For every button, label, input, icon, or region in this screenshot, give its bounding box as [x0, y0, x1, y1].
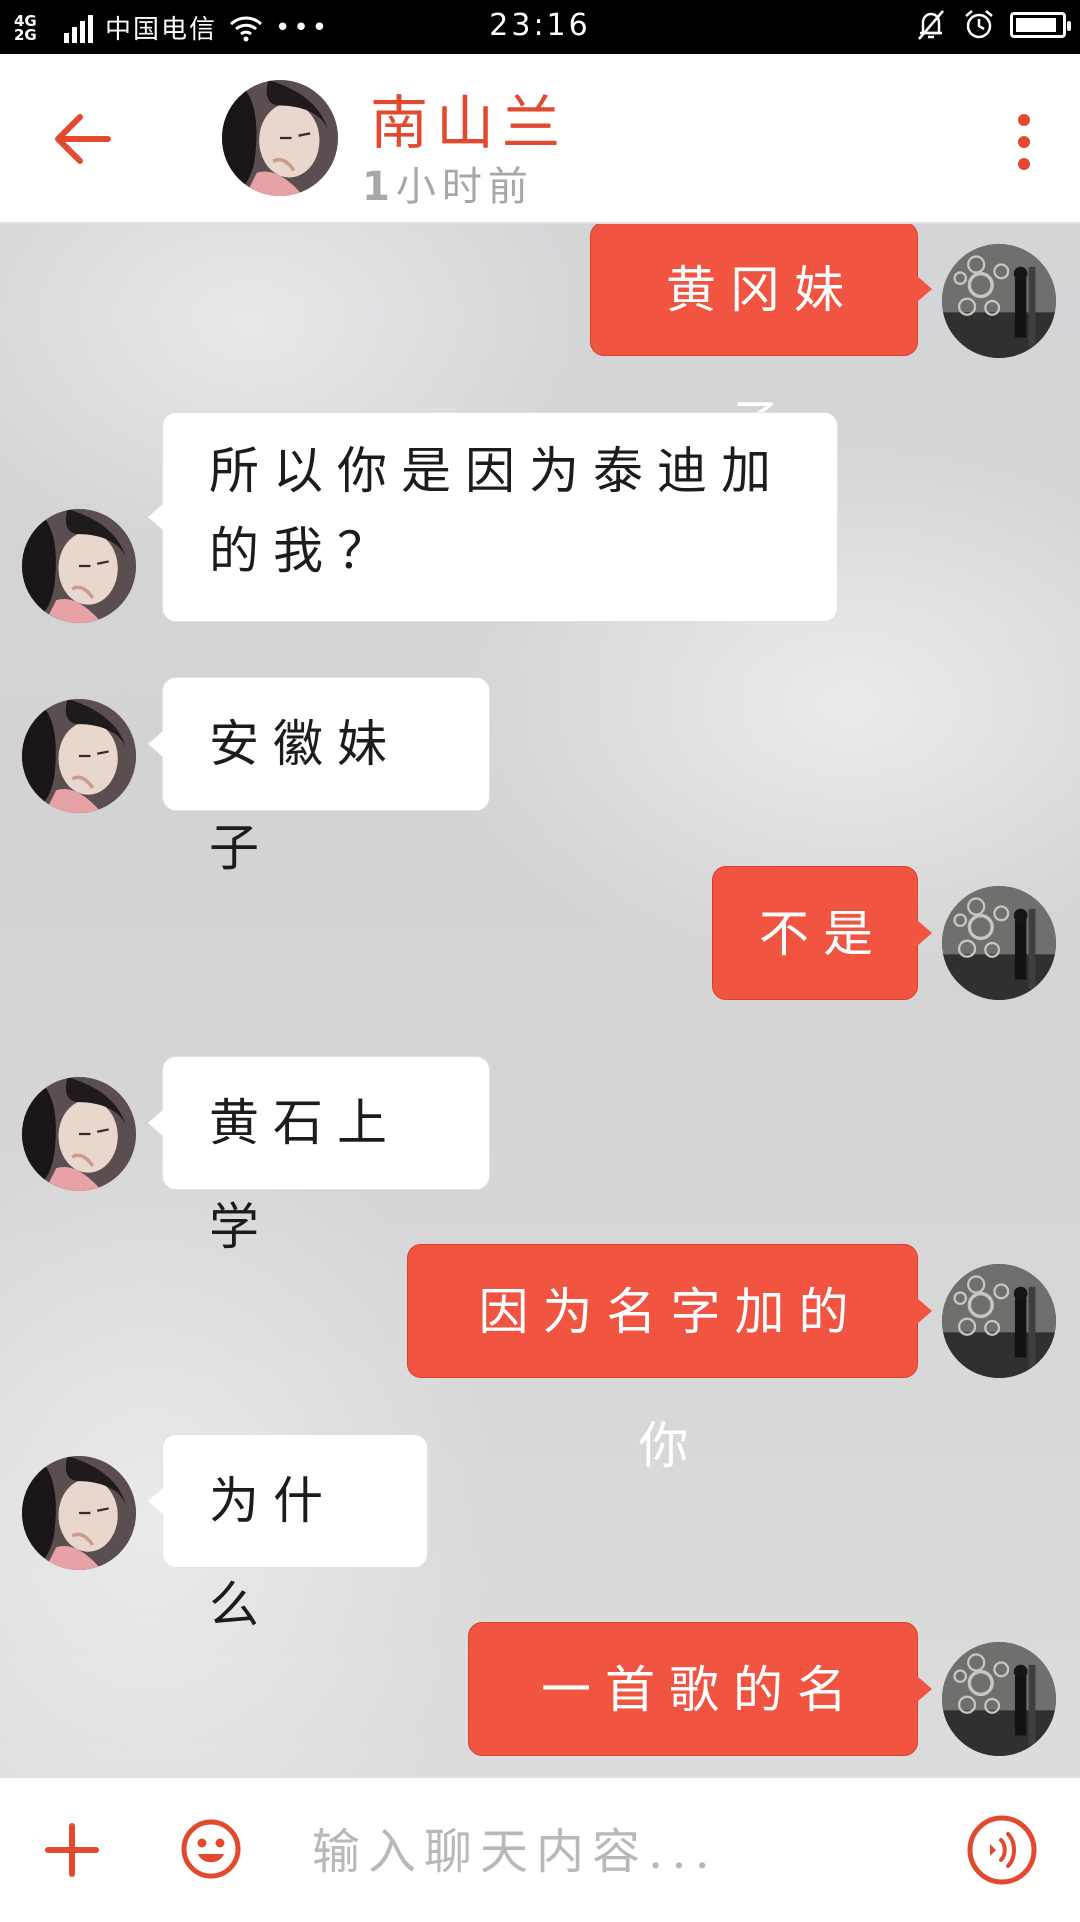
my-photo	[942, 1264, 1056, 1378]
my-avatar[interactable]	[942, 1264, 1056, 1378]
contact-message-avatar[interactable]	[22, 1456, 136, 1570]
my-avatar[interactable]	[942, 1642, 1056, 1756]
outgoing-message[interactable]: 黄冈妹子	[590, 224, 932, 453]
contact-photo	[22, 1077, 136, 1191]
emoji-icon[interactable]	[180, 1818, 242, 1880]
message-line: 所以你是因为泰迪加	[209, 442, 785, 500]
contact-photo	[222, 80, 338, 196]
my-avatar[interactable]	[942, 886, 1056, 1000]
contact-name: 南山兰	[370, 89, 569, 157]
back-arrow-icon[interactable]	[48, 104, 118, 174]
incoming-message[interactable]: 安徽妹子	[148, 677, 490, 877]
chat-messages[interactable]: 黄冈妹子 所以你是因为泰迪加 的我？ 安徽妹子 不是 黄石上学 因为名字加的你 …	[0, 224, 1080, 1776]
my-avatar[interactable]	[942, 244, 1056, 358]
battery-level	[1016, 18, 1056, 32]
last-seen: 1小时前	[362, 154, 534, 212]
my-photo	[942, 886, 1056, 1000]
status-right	[914, 8, 1071, 42]
my-photo	[942, 244, 1056, 358]
outgoing-message[interactable]: 因为名字加的你	[407, 1244, 932, 1475]
alarm-icon	[965, 10, 993, 39]
incoming-message[interactable]: 为什么	[148, 1434, 428, 1634]
more-options-icon[interactable]	[1014, 114, 1034, 170]
contact-photo	[22, 1456, 136, 1570]
message-line: 的我？	[209, 522, 401, 580]
my-photo	[942, 1642, 1056, 1756]
last-seen-number: 1	[362, 164, 396, 210]
contact-avatar[interactable]	[222, 80, 338, 196]
contact-message-avatar[interactable]	[22, 1077, 136, 1191]
incoming-message[interactable]: 黄石上学	[148, 1056, 490, 1256]
voice-icon[interactable]	[966, 1814, 1038, 1886]
outgoing-message[interactable]: 一首歌的名字	[468, 1622, 932, 1756]
battery-icon	[1010, 12, 1071, 38]
outgoing-message[interactable]: 不是	[712, 866, 932, 1000]
chat-header: 南山兰 1小时前	[0, 54, 1080, 224]
message-input[interactable]	[310, 1806, 914, 1898]
contact-message-avatar[interactable]	[22, 509, 136, 623]
last-seen-unit: 小时前	[395, 164, 534, 210]
input-bar	[0, 1776, 1080, 1922]
contact-photo	[22, 699, 136, 813]
contact-photo	[22, 509, 136, 623]
contact-message-avatar[interactable]	[22, 699, 136, 813]
plus-icon[interactable]	[44, 1822, 100, 1878]
status-bar: 4G 2G 中国电信 ••• 23:16	[0, 0, 1080, 54]
mute-bell-icon	[918, 10, 944, 40]
incoming-message[interactable]: 所以你是因为泰迪加 的我？	[148, 412, 838, 622]
